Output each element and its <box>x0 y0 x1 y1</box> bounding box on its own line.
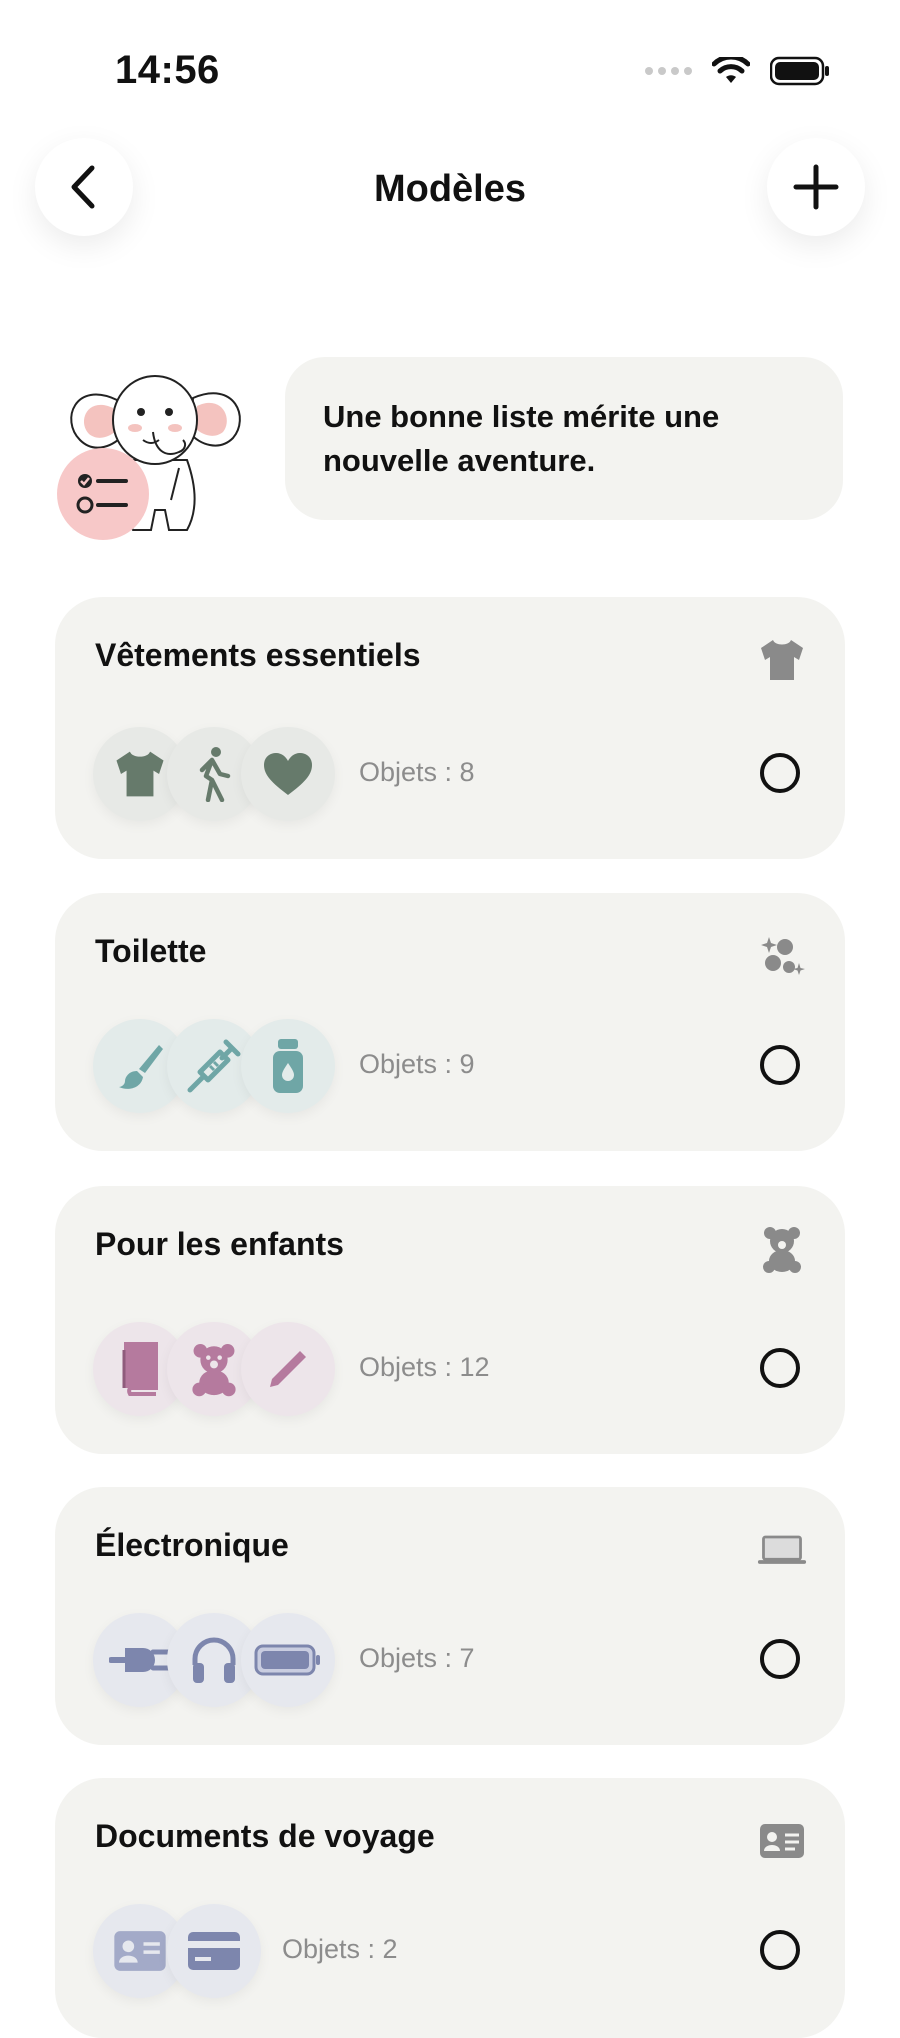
select-radio[interactable] <box>760 1045 800 1085</box>
page-title: Modèles <box>373 168 527 210</box>
laptop-icon <box>757 1525 807 1575</box>
hero-message: Une bonne liste mérite une nouvelle aven… <box>323 398 720 478</box>
battery-icon <box>241 1613 335 1707</box>
item-count: Objets : 8 <box>359 757 475 787</box>
tshirt-icon <box>757 635 807 685</box>
item-count: Objets : 12 <box>359 1352 490 1382</box>
status-time: 14:56 <box>115 48 220 92</box>
select-radio[interactable] <box>760 1348 800 1388</box>
template-title: Documents de voyage <box>95 1818 435 1854</box>
signal-icon <box>645 67 692 75</box>
wifi-icon <box>712 57 750 83</box>
pencil-icon <box>241 1322 335 1416</box>
item-count: Objets : 7 <box>359 1643 475 1673</box>
sparkles-icon <box>757 931 807 981</box>
add-template-button[interactable] <box>767 138 865 236</box>
select-radio[interactable] <box>760 1639 800 1679</box>
item-count: Objets : 2 <box>282 1934 398 1964</box>
status-icons <box>645 56 830 86</box>
template-card[interactable]: Documents de voyage Objets : 2 <box>55 1778 845 2038</box>
item-icons <box>93 1322 335 1416</box>
teddy-bear-icon <box>757 1224 807 1274</box>
nav-bar: Modèles <box>0 110 900 270</box>
template-title: Pour les enfants <box>95 1226 344 1262</box>
template-title: Toilette <box>95 933 207 969</box>
template-title: Vêtements essentiels <box>95 637 421 673</box>
battery-status-icon <box>770 56 829 86</box>
item-icons <box>93 727 335 821</box>
hero-section: Une bonne liste mérite une nouvelle aven… <box>55 340 845 540</box>
template-card[interactable]: Électronique Objets : 7 <box>55 1487 845 1745</box>
item-count: Objets : 9 <box>359 1049 475 1079</box>
id-card-icon <box>757 1816 807 1866</box>
heart-icon <box>241 727 335 821</box>
plus-icon <box>793 164 839 210</box>
item-icons <box>93 1019 335 1113</box>
item-icons <box>93 1904 261 1998</box>
speech-bubble: Une bonne liste mérite une nouvelle aven… <box>285 357 843 520</box>
credit-card-icon <box>167 1904 261 1998</box>
item-icons <box>93 1613 335 1707</box>
bottle-icon <box>241 1019 335 1113</box>
template-card[interactable]: Toilette Objets : 9 <box>55 893 845 1151</box>
template-title: Électronique <box>95 1527 289 1563</box>
template-card[interactable]: Pour les enfants Objets : 12 <box>55 1186 845 1454</box>
checklist-icon <box>76 474 128 514</box>
template-card[interactable]: Vêtements essentiels Objets : 8 <box>55 597 845 859</box>
select-radio[interactable] <box>760 1930 800 1970</box>
select-radio[interactable] <box>760 753 800 793</box>
checklist-badge <box>57 448 149 540</box>
